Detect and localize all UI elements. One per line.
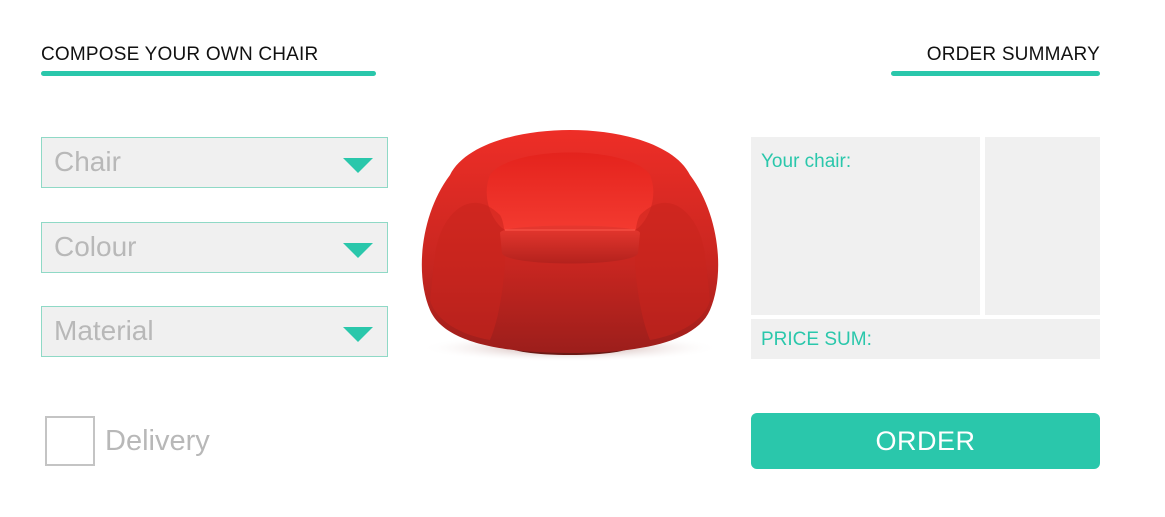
your-chair-panel: Your chair:	[751, 137, 980, 315]
colour-select-label: Colour	[54, 231, 137, 262]
chevron-down-icon	[343, 158, 373, 173]
your-chair-label: Your chair:	[761, 151, 852, 172]
order-button[interactable]: ORDER	[751, 413, 1100, 469]
armchair-icon	[420, 130, 720, 362]
material-select[interactable]: Material	[41, 306, 388, 357]
compose-heading-underline	[41, 71, 376, 76]
compose-heading: COMPOSE YOUR OWN CHAIR	[41, 44, 319, 65]
chevron-down-icon	[343, 327, 373, 342]
colour-select[interactable]: Colour	[41, 222, 388, 273]
material-select-label: Material	[54, 315, 154, 346]
chair-preview-image	[410, 105, 730, 367]
delivery-checkbox[interactable]	[45, 416, 95, 466]
chair-thumbnail-panel	[985, 137, 1100, 315]
order-summary-heading: ORDER SUMMARY	[926, 44, 1100, 65]
price-sum-label: PRICE SUM:	[761, 329, 872, 350]
chevron-down-icon	[343, 243, 373, 258]
chair-select[interactable]: Chair	[41, 137, 388, 188]
price-sum-panel: PRICE SUM:	[751, 319, 1100, 359]
delivery-label: Delivery	[105, 425, 210, 457]
chair-select-label: Chair	[54, 146, 121, 177]
order-summary-underline	[891, 71, 1100, 76]
